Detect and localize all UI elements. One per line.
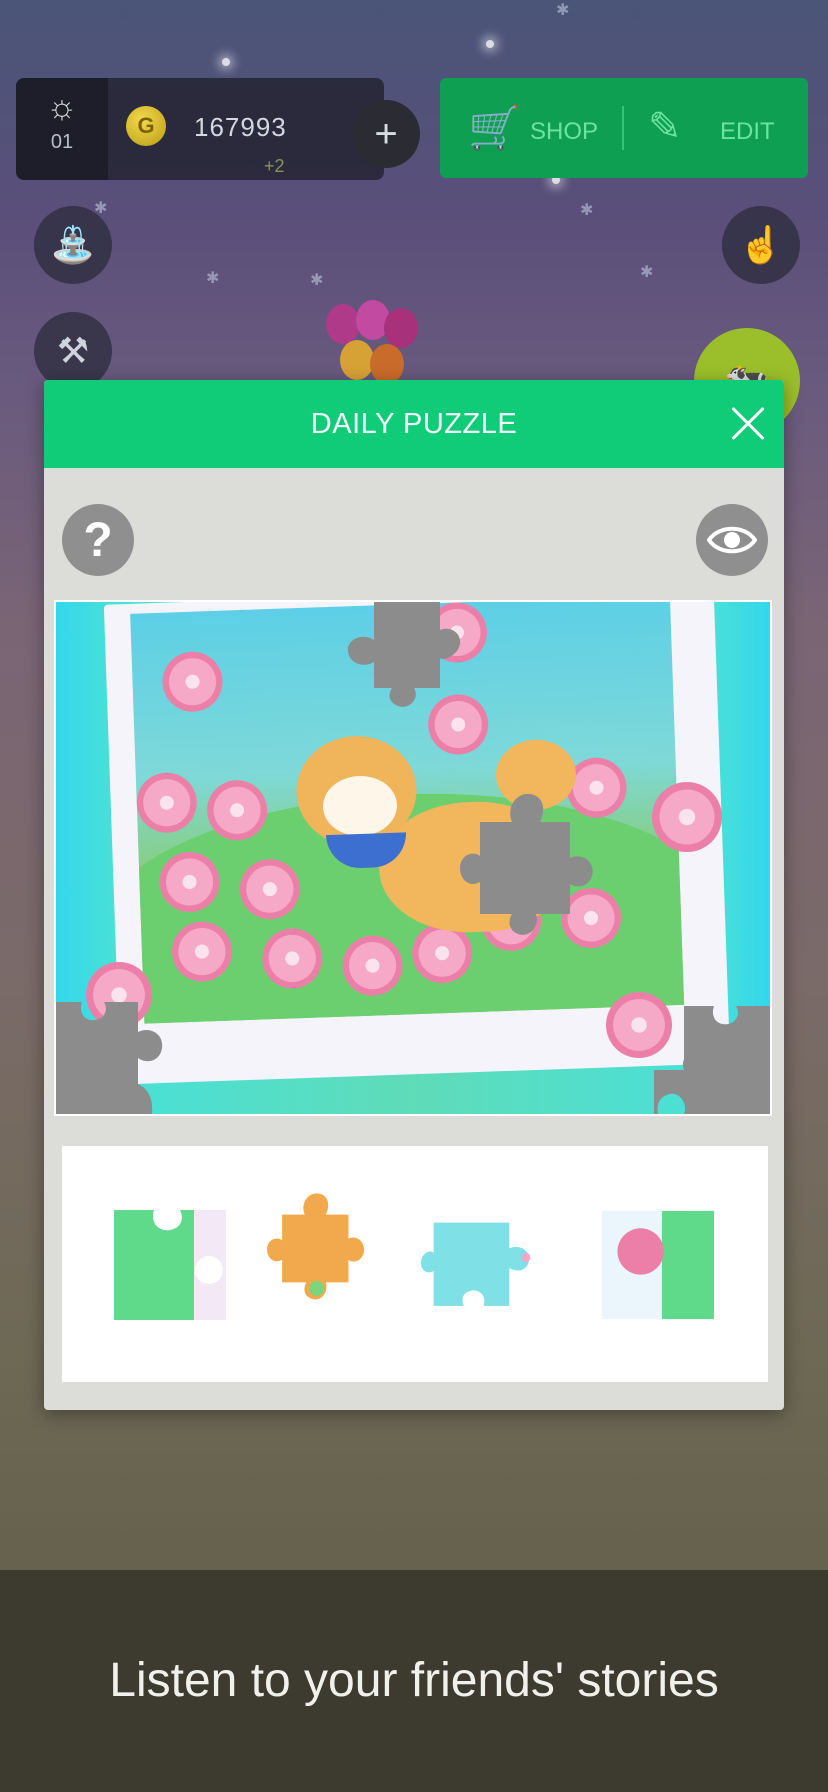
background-sparkle [486,40,494,48]
add-coins-button[interactable]: + [352,100,420,168]
help-button[interactable]: ? [62,504,134,576]
preview-button[interactable] [696,504,768,576]
scythe-icon: ⚒ [56,330,90,371]
eye-icon [707,526,757,554]
scythe-button[interactable]: ⚒ [34,312,112,390]
background-star: ✱ [556,2,570,19]
cherry-blossom [135,771,198,834]
balloons-decoration [326,300,424,384]
cherry-blossom [652,782,722,852]
watering-can-button[interactable]: ⛲ [34,206,112,284]
edit-brush-icon[interactable]: ✎ [648,104,682,150]
dialog-title: DAILY PUZZLE [310,408,518,440]
puzzle-board[interactable] [54,600,772,1116]
puzzle-piece[interactable] [260,1192,372,1302]
puzzle-piece[interactable] [420,1210,532,1320]
missing-piece-slot[interactable] [460,788,596,938]
daily-puzzle-dialog: DAILY PUZZLE ? [44,380,784,1410]
dialog-header: DAILY PUZZLE [44,380,784,468]
shop-button[interactable]: SHOP [530,118,598,146]
close-icon[interactable] [724,400,772,448]
coin-delta: +2 [264,156,285,176]
background-star: ✱ [640,264,654,281]
missing-piece-slot[interactable] [654,1006,770,1114]
level-indicator[interactable]: ☼ 01 [16,78,108,180]
gold-coin-icon: G [126,106,166,146]
background-star: ✱ [310,272,324,289]
edit-button[interactable]: EDIT [720,118,775,146]
tap-hand-button[interactable]: ☝ [722,206,800,284]
missing-piece-slot[interactable] [344,602,468,710]
background-sparkle [222,58,230,66]
puzzle-piece[interactable] [602,1210,714,1320]
background-star: ✱ [206,270,220,287]
shopping-cart-icon[interactable]: 🛒 [468,104,520,153]
puzzle-image [56,602,770,1114]
cherry-blossom [161,650,224,713]
resource-bar: ☼ 01 G 167993 +2 [16,78,384,180]
sun-icon: ☼ [46,88,78,126]
caption-bar: Listen to your friends' stories [0,1570,828,1792]
caption-text: Listen to your friends' stories [109,1654,719,1707]
puzzle-piece[interactable] [114,1210,226,1320]
piece-tray [62,1146,768,1382]
level-number: 01 [50,131,74,153]
shop-edit-bar: 🛒 SHOP ✎ EDIT [440,78,808,178]
coin-count: 167993 [194,112,287,142]
tap-hand-icon: ☝ [738,224,784,265]
watering-can-icon: ⛲ [50,224,96,265]
background-star: ✱ [580,202,594,219]
divider [622,106,624,150]
missing-piece-slot[interactable] [56,1002,172,1114]
